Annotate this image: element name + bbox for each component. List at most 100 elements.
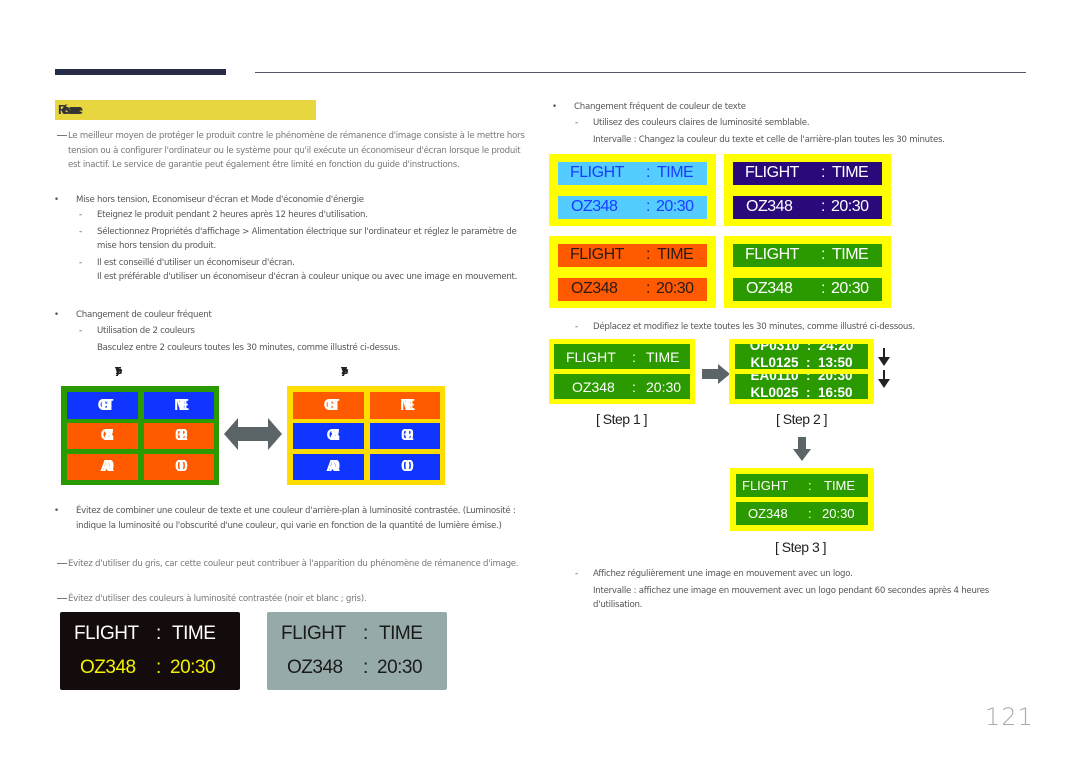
- demo-cell: TIME: [370, 392, 440, 419]
- board-flight-number: OZ348: [80, 657, 136, 678]
- step1-row: OZ348 : 20:30: [554, 374, 690, 399]
- color-board: FLIGHT: TIME OZ348:20:30: [549, 154, 716, 226]
- board-separator: :: [156, 623, 161, 644]
- board-label: OZ348: [571, 198, 618, 215]
- board-value: 20:30: [831, 198, 869, 215]
- color-demo-type2: FLIGHT TIME OZ348 20:30 AA000 00:00: [287, 386, 445, 485]
- board-value: TIME: [657, 246, 694, 263]
- demo-cell: 00:00: [144, 454, 214, 480]
- board-label: FLIGHT: [570, 164, 624, 181]
- step3-label: [ Step 3 ]: [775, 539, 827, 555]
- board-flight-number: OZ348: [287, 657, 343, 678]
- color-board-row: OZ348:20:30: [558, 278, 707, 301]
- board-value: TIME: [657, 164, 694, 181]
- board-separator: :: [363, 657, 368, 678]
- board-separator: :: [646, 246, 650, 263]
- scroll-line: EA0110 : 20:30: [750, 374, 853, 383]
- board-flight-number: OZ348: [572, 379, 615, 395]
- type1-label: Type 1: [115, 366, 120, 377]
- board-separator: :: [363, 623, 368, 644]
- board-label: OZ348: [746, 280, 793, 297]
- note-dash-icon: [57, 598, 67, 599]
- board-separator: :: [646, 280, 650, 297]
- color-board-row: OZ348:20:30: [733, 196, 882, 219]
- board-value: 20:30: [656, 198, 694, 215]
- down-arrow-icon: [793, 437, 811, 461]
- demo-cell: FLIGHT: [67, 392, 138, 419]
- scroll-line: OP0310 : 24:20: [749, 344, 854, 353]
- move-text-note: Déplacez et modifiez le texte toutes les…: [575, 320, 993, 335]
- board-label-time: TIME: [172, 623, 216, 644]
- board-separator: :: [646, 164, 650, 181]
- step1-label: [ Step 1 ]: [596, 411, 648, 427]
- bullet-color-items: Utilisation de 2 couleurs Basculez entre…: [79, 324, 527, 355]
- board-value: 20:30: [656, 280, 694, 297]
- demo-cell: FLIGHT: [293, 392, 364, 419]
- board-label-time: TIME: [646, 349, 680, 365]
- bullet-text-color: Changement fréquent de couleur de texte: [552, 100, 994, 115]
- board-label: OZ348: [746, 198, 793, 215]
- intro-note: Le meilleur moyen de protéger le produit…: [57, 129, 527, 173]
- color-demo-type1: FLIGHT TIME OZ348 20:30 AA000 00:00: [61, 386, 219, 485]
- header-rule: [255, 72, 1026, 73]
- board-separator: :: [821, 246, 825, 263]
- note-contrast: Évitez d'utiliser des couleurs à luminos…: [57, 592, 527, 607]
- board-flight-number: OZ348: [748, 506, 788, 521]
- note-gray: Evitez d'utiliser du gris, car cette cou…: [57, 557, 527, 572]
- color-board: FLIGHT: TIME OZ348:20:30: [724, 154, 891, 226]
- step3-row: FLIGHT : TIME: [736, 474, 868, 497]
- scroll-line: KL0025 : 16:50: [750, 385, 853, 399]
- step2-label: [ Step 2 ]: [776, 411, 828, 427]
- color-board: FLIGHT: TIME OZ348:20:30: [549, 236, 716, 308]
- board-label-time: TIME: [379, 623, 423, 644]
- down-arrow-icon: [878, 370, 890, 388]
- board-time-value: 20:30: [822, 506, 855, 521]
- swap-arrow-icon: [224, 418, 282, 450]
- right-arrow-icon: [702, 364, 730, 384]
- board-separator: :: [646, 198, 650, 215]
- board-value: TIME: [832, 164, 869, 181]
- board-value: TIME: [832, 246, 869, 263]
- demo-cell: OZ348: [67, 423, 138, 449]
- page-number: 121: [985, 703, 1034, 731]
- bullet-power: Mise hors tension, Economiseur d'écran e…: [54, 193, 526, 208]
- board-separator: :: [808, 506, 812, 521]
- board-separator: :: [808, 478, 812, 493]
- board-gray: FLIGHT : TIME OZ348 : 20:30: [267, 612, 447, 690]
- board-time-value: 20:30: [377, 657, 423, 678]
- board-label: FLIGHT: [745, 164, 799, 181]
- demo-cell: 00:00: [370, 454, 440, 480]
- color-board-row: FLIGHT: TIME: [558, 162, 707, 185]
- board-label-flight: FLIGHT: [742, 478, 789, 493]
- down-arrow-icon: [878, 348, 890, 366]
- board-label-time: TIME: [824, 478, 856, 493]
- step1-row: FLIGHT : TIME: [554, 344, 690, 369]
- board-label-flight: FLIGHT: [281, 623, 346, 644]
- scroll-line: KL0125 : 13:50: [750, 355, 853, 369]
- note-dash-icon: [57, 135, 67, 136]
- logo-note: Affichez régulièrement une image en mouv…: [575, 567, 993, 613]
- header-bar: [55, 69, 226, 75]
- board-separator: :: [821, 280, 825, 297]
- type2-label: Type 2: [341, 366, 346, 377]
- bullet-color: Changement de couleur fréquent: [54, 308, 526, 323]
- step1-board: FLIGHT : TIME OZ348 : 20:30: [549, 339, 695, 404]
- color-board-row: FLIGHT: TIME: [733, 244, 882, 267]
- bullet-contrast: Évitez de combiner une couleur de texte …: [54, 504, 531, 533]
- demo-cell: TIME: [144, 392, 214, 419]
- board-black: FLIGHT : TIME OZ348 : 20:30: [60, 612, 240, 690]
- demo-cell: 20:30: [370, 423, 440, 449]
- demo-cell: AA000: [67, 454, 138, 480]
- board-separator: :: [632, 349, 636, 365]
- board-time-value: 20:30: [646, 379, 682, 395]
- section-title: Rémanence: [55, 100, 316, 120]
- board-separator: :: [821, 198, 825, 215]
- bullet-power-items: Eteignez le produit pendant 2 heures apr…: [79, 208, 527, 285]
- color-board: FLIGHT: TIME OZ348:20:30: [724, 236, 891, 308]
- board-separator: :: [632, 379, 636, 395]
- board-time-value: 20:30: [170, 657, 216, 678]
- scroll-row-top: OP0310 : 24:20 KL0125 : 13:50: [735, 344, 868, 369]
- note-dash-icon: [57, 563, 67, 564]
- color-board-row: FLIGHT: TIME: [558, 244, 707, 267]
- color-board-row: OZ348:20:30: [733, 278, 882, 301]
